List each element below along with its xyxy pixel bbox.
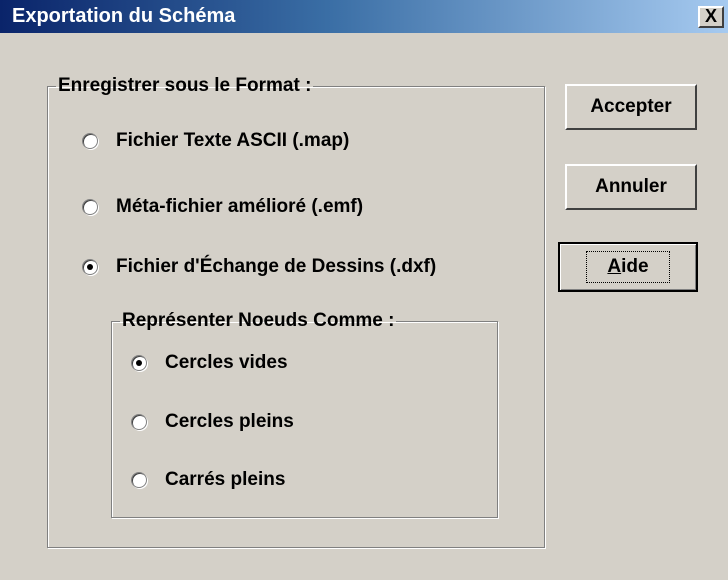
radio-nodes-filled-circles[interactable]: Cercles pleins <box>131 411 294 433</box>
format-group-legend: Enregistrer sous le Format : <box>58 75 312 96</box>
radio-icon[interactable] <box>82 199 98 215</box>
close-button[interactable]: X <box>698 6 724 28</box>
radio-label: Cercles pleins <box>165 411 294 432</box>
radio-label: Cercles vides <box>165 352 288 373</box>
radio-nodes-empty-circles[interactable]: Cercles vides <box>131 352 288 374</box>
accept-button[interactable]: Accepter <box>565 84 697 130</box>
radio-format-emf[interactable]: Méta-fichier amélioré (.emf) <box>82 196 363 218</box>
accept-button-label: Accepter <box>590 96 672 117</box>
radio-label: Méta-fichier amélioré (.emf) <box>116 196 364 217</box>
cancel-button-label: Annuler <box>595 176 667 197</box>
radio-format-dxf[interactable]: Fichier d'Échange de Dessins (.dxf) <box>82 256 436 278</box>
help-button-label: Aide <box>586 251 670 283</box>
radio-icon[interactable] <box>131 414 147 430</box>
radio-selected-icon[interactable] <box>82 259 98 275</box>
cancel-button[interactable]: Annuler <box>565 164 697 210</box>
radio-format-map[interactable]: Fichier Texte ASCII (.map) <box>82 130 349 152</box>
window-title: Exportation du Schéma <box>12 5 236 27</box>
nodes-group-legend: Représenter Noeuds Comme : <box>122 310 395 331</box>
radio-nodes-filled-squares[interactable]: Carrés pleins <box>131 469 285 491</box>
close-icon: X <box>704 6 717 26</box>
radio-label: Carrés pleins <box>165 469 286 490</box>
radio-label: Fichier Texte ASCII (.map) <box>116 130 350 151</box>
title-bar: Exportation du Schéma X <box>0 0 728 33</box>
radio-icon[interactable] <box>82 133 98 149</box>
radio-selected-icon[interactable] <box>131 355 147 371</box>
radio-icon[interactable] <box>131 472 147 488</box>
help-button[interactable]: Aide <box>558 242 698 292</box>
radio-label: Fichier d'Échange de Dessins (.dxf) <box>116 256 437 277</box>
